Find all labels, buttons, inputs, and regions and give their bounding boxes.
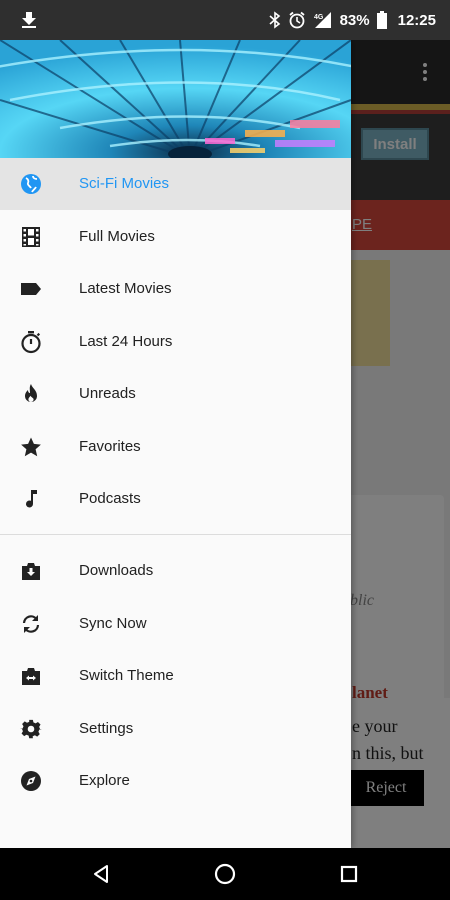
tunnel-header-image bbox=[0, 40, 351, 158]
drawer-item-sci-fi-movies[interactable]: Sci-Fi Movies bbox=[0, 158, 351, 210]
drawer-item-unreads[interactable]: Unreads bbox=[0, 368, 351, 420]
compass-icon bbox=[19, 769, 43, 793]
drawer-item-label: Favorites bbox=[79, 437, 141, 455]
drawer-item-full-movies[interactable]: Full Movies bbox=[0, 211, 351, 263]
drawer-item-favorites[interactable]: Favorites bbox=[0, 421, 351, 473]
home-icon[interactable] bbox=[213, 862, 237, 886]
recents-icon[interactable] bbox=[337, 862, 361, 886]
clock: 12:25 bbox=[397, 11, 436, 29]
svg-text:4G: 4G bbox=[314, 14, 324, 21]
tag-icon bbox=[19, 277, 43, 301]
gear-icon bbox=[19, 717, 43, 741]
drawer-item-explore[interactable]: Explore bbox=[0, 755, 351, 807]
drawer-item-label: Full Movies bbox=[79, 227, 155, 245]
drawer-item-label: Explore bbox=[79, 772, 130, 789]
drawer-item-label: Podcasts bbox=[79, 490, 141, 507]
globe-icon bbox=[19, 172, 43, 196]
film-icon bbox=[19, 225, 43, 249]
sync-icon bbox=[19, 612, 43, 636]
navigation-bar bbox=[0, 848, 450, 900]
drawer-item-label: Switch Theme bbox=[79, 667, 174, 684]
drawer-item-podcasts[interactable]: Podcasts bbox=[0, 473, 351, 525]
signal-4g-icon: 4G bbox=[314, 12, 331, 28]
drawer-item-label: Sci-Fi Movies bbox=[79, 175, 170, 192]
drawer-item-label: Downloads bbox=[79, 562, 154, 579]
navigation-drawer: Sci-Fi Movies Full Movies Latest Movies Las… bbox=[0, 40, 351, 848]
drawer-item-last-24-hours[interactable]: Last 24 Hours bbox=[0, 316, 351, 368]
battery-icon bbox=[376, 11, 387, 29]
drawer-item-label: Last 24 Hours bbox=[79, 332, 173, 350]
drawer-item-sync-now[interactable]: Sync Now bbox=[0, 598, 351, 650]
star-icon bbox=[19, 435, 43, 459]
timer-icon bbox=[19, 330, 43, 354]
drawer-item-label: Sync Now bbox=[79, 614, 147, 632]
drawer-item-label: Unreads bbox=[79, 385, 136, 402]
music-note-icon bbox=[19, 487, 43, 511]
bluetooth-icon bbox=[269, 11, 280, 29]
status-bar: 4G 83% 12:25 bbox=[0, 0, 450, 40]
drawer-item-downloads[interactable]: Downloads bbox=[0, 545, 351, 597]
download-icon bbox=[22, 12, 36, 28]
alarm-icon bbox=[289, 11, 305, 29]
menu-divider bbox=[0, 534, 351, 535]
switch-theme-icon bbox=[19, 664, 43, 688]
flame-icon bbox=[19, 382, 43, 406]
drawer-item-latest-movies[interactable]: Latest Movies bbox=[0, 263, 351, 315]
battery-percent: 83% bbox=[339, 11, 370, 29]
back-icon[interactable] bbox=[89, 862, 113, 886]
drawer-item-label: Settings bbox=[79, 719, 134, 737]
drawer-item-label: Latest Movies bbox=[79, 280, 172, 297]
downloads-icon bbox=[19, 559, 43, 583]
drawer-item-switch-theme[interactable]: Switch Theme bbox=[0, 650, 351, 702]
drawer-item-settings[interactable]: Settings bbox=[0, 703, 351, 755]
